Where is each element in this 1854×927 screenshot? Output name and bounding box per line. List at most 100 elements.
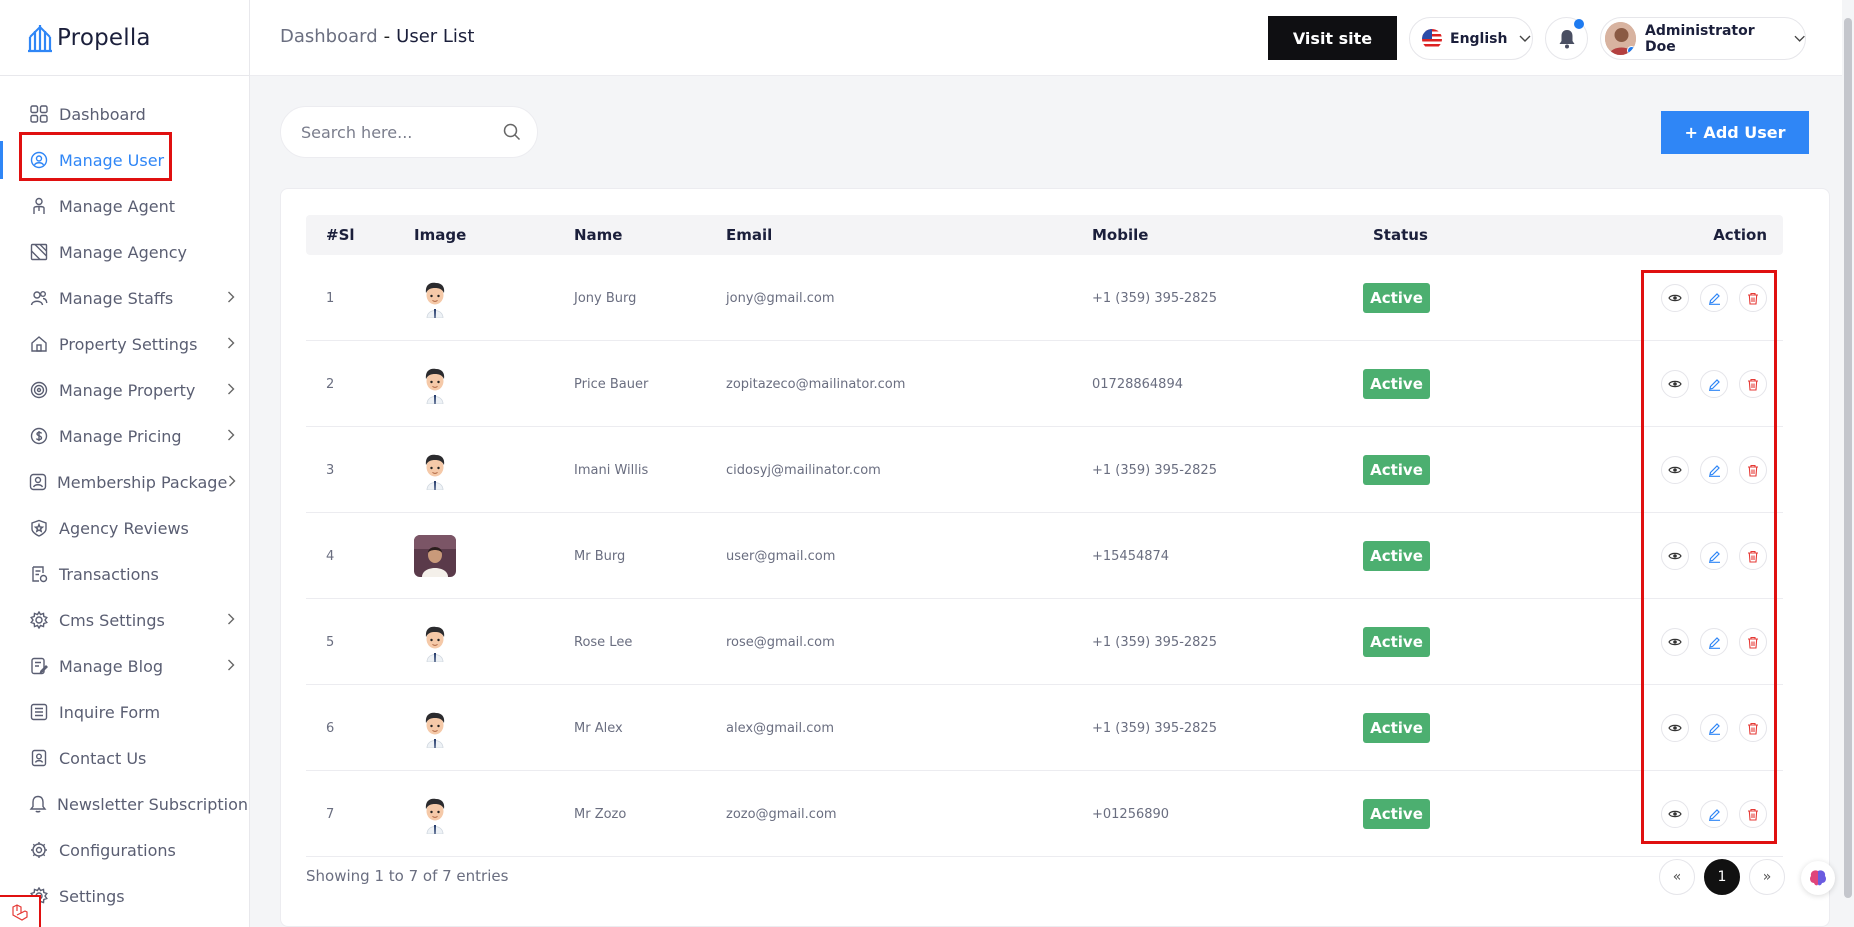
row-mobile: 01728864894: [1092, 376, 1183, 392]
table-row: 1 Jony Burg jony@gmail.com +1 (359) 395-282…: [306, 255, 1783, 341]
chevron-right-icon: [227, 473, 237, 491]
sidebar-item-manage-agent[interactable]: Manage Agent: [0, 183, 249, 229]
row-name: Imani Willis: [574, 462, 649, 478]
admin-profile-menu[interactable]: Administrator Doe: [1600, 17, 1806, 60]
status-badge[interactable]: Active: [1363, 541, 1430, 571]
table-row: 4 Mr Burg user@gmail.com +15454874 Active: [306, 513, 1783, 599]
header-email: Email: [726, 226, 773, 244]
admin-name: Administrator Doe: [1645, 22, 1755, 55]
table-row: 5 Rose Lee rose@gmail.com +1 (359) 395-2825…: [306, 599, 1783, 685]
status-badge[interactable]: Active: [1363, 627, 1430, 657]
pagination: « 1 »: [1659, 859, 1785, 895]
row-sl: 6: [326, 720, 335, 736]
sidebar-item-newsletter-subscription[interactable]: Newsletter Subscription: [0, 781, 249, 827]
sidebar-nav: Dashboard Manage User Manage Agent Manage A…: [0, 76, 249, 919]
row-mobile: +1 (359) 395-2825: [1092, 720, 1217, 736]
sidebar-item-label: Newsletter Subscription: [57, 794, 248, 814]
search-icon[interactable]: [503, 123, 521, 141]
header-image: Image: [414, 226, 467, 244]
sidebar-item-label: Manage Blog: [59, 656, 164, 676]
sidebar-item-label: Manage Agency: [59, 242, 187, 262]
topbar: Dashboard - User List Visit site English A…: [250, 0, 1854, 76]
user-avatar: [414, 621, 456, 663]
row-mobile: +1 (359) 395-2825: [1092, 462, 1217, 478]
propella-logo-icon: [28, 24, 52, 52]
sidebar-item-manage-agency[interactable]: Manage Agency: [0, 229, 249, 275]
sidebar-item-manage-property[interactable]: Manage Property: [0, 367, 249, 413]
chevron-right-icon: [225, 335, 237, 353]
sidebar-item-membership-package[interactable]: Membership Package: [0, 459, 249, 505]
sidebar-item-label: Dashboard: [59, 104, 146, 124]
chevron-right-icon: [225, 289, 237, 307]
row-name: Mr Zozo: [574, 806, 627, 822]
language-selector[interactable]: English: [1409, 17, 1533, 60]
row-mobile: +01256890: [1092, 806, 1170, 822]
config-icon: [29, 840, 49, 860]
row-email: user@gmail.com: [726, 548, 836, 564]
header-mobile: Mobile: [1092, 226, 1149, 244]
assistant-brain-icon[interactable]: [1801, 861, 1835, 895]
page-1-button[interactable]: 1: [1704, 859, 1740, 895]
header-action: Action: [1713, 226, 1767, 244]
status-badge[interactable]: Active: [1363, 713, 1430, 743]
row-email: jony@gmail.com: [726, 290, 835, 306]
sidebar-item-configurations[interactable]: Configurations: [0, 827, 249, 873]
sidebar-item-contact-us[interactable]: Contact Us: [0, 735, 249, 781]
row-sl: 5: [326, 634, 335, 650]
row-email: cidosyj@mailinator.com: [726, 462, 881, 478]
breadcrumb-current: User List: [396, 26, 475, 47]
breadcrumb: Dashboard - User List: [280, 26, 474, 47]
row-name: Jony Burg: [574, 290, 637, 306]
sidebar-item-dashboard[interactable]: Dashboard: [0, 91, 249, 137]
next-page-button[interactable]: »: [1749, 859, 1785, 895]
form-icon: [29, 702, 49, 722]
breadcrumb-parent[interactable]: Dashboard: [280, 26, 378, 47]
sidebar-item-label: Inquire Form: [59, 702, 161, 722]
scrollbar-thumb[interactable]: [1844, 18, 1852, 898]
blog-icon: [29, 656, 49, 676]
table-row: 2 Price Bauer zopitazeco@mailinator.com 017…: [306, 341, 1783, 427]
sidebar-item-manage-staffs[interactable]: Manage Staffs: [0, 275, 249, 321]
laravel-icon[interactable]: [0, 895, 41, 927]
page-scrollbar[interactable]: [1842, 0, 1854, 927]
sidebar-item-label: Transactions: [59, 564, 159, 584]
sidebar-item-transactions[interactable]: Transactions: [0, 551, 249, 597]
user-avatar: [414, 363, 456, 405]
prev-page-button[interactable]: «: [1659, 859, 1695, 895]
row-sl: 2: [326, 376, 335, 392]
sidebar-item-agency-reviews[interactable]: Agency Reviews: [0, 505, 249, 551]
dollar-icon: [29, 426, 49, 446]
status-badge[interactable]: Active: [1363, 455, 1430, 485]
visit-site-button[interactable]: Visit site: [1268, 16, 1397, 60]
header-status: Status: [1373, 226, 1428, 244]
notification-dot: [1574, 19, 1584, 29]
status-badge[interactable]: Active: [1363, 799, 1430, 829]
notification-button[interactable]: [1545, 17, 1588, 60]
row-email: zozo@gmail.com: [726, 806, 837, 822]
row-sl: 1: [326, 290, 335, 306]
table-header: #Sl Image Name Email Mobile Status Actio…: [306, 215, 1783, 255]
contact-icon: [29, 748, 49, 768]
sidebar-item-property-settings[interactable]: Property Settings: [0, 321, 249, 367]
row-name: Mr Burg: [574, 548, 626, 564]
avatar: [1605, 22, 1637, 55]
sidebar-item-manage-pricing[interactable]: Manage Pricing: [0, 413, 249, 459]
sidebar-item-inquire-form[interactable]: Inquire Form: [0, 689, 249, 735]
brand[interactable]: Propella: [0, 0, 249, 76]
sidebar-item-manage-blog[interactable]: Manage Blog: [0, 643, 249, 689]
sidebar-item-cms-settings[interactable]: Cms Settings: [0, 597, 249, 643]
status-badge[interactable]: Active: [1363, 283, 1430, 313]
add-user-button[interactable]: + Add User: [1661, 111, 1809, 154]
status-badge[interactable]: Active: [1363, 369, 1430, 399]
user-avatar: [414, 535, 456, 577]
search-input[interactable]: [301, 122, 503, 142]
chevron-right-icon: [225, 427, 237, 445]
chevron-down-icon: [1794, 35, 1805, 42]
highlight-box-actions: [1641, 270, 1777, 844]
highlight-box-manage-user: [19, 132, 172, 181]
row-sl: 3: [326, 462, 335, 478]
chevron-right-icon: [225, 381, 237, 399]
user-avatar: [414, 707, 456, 749]
agency-icon: [29, 242, 49, 262]
member-icon: [29, 472, 47, 492]
